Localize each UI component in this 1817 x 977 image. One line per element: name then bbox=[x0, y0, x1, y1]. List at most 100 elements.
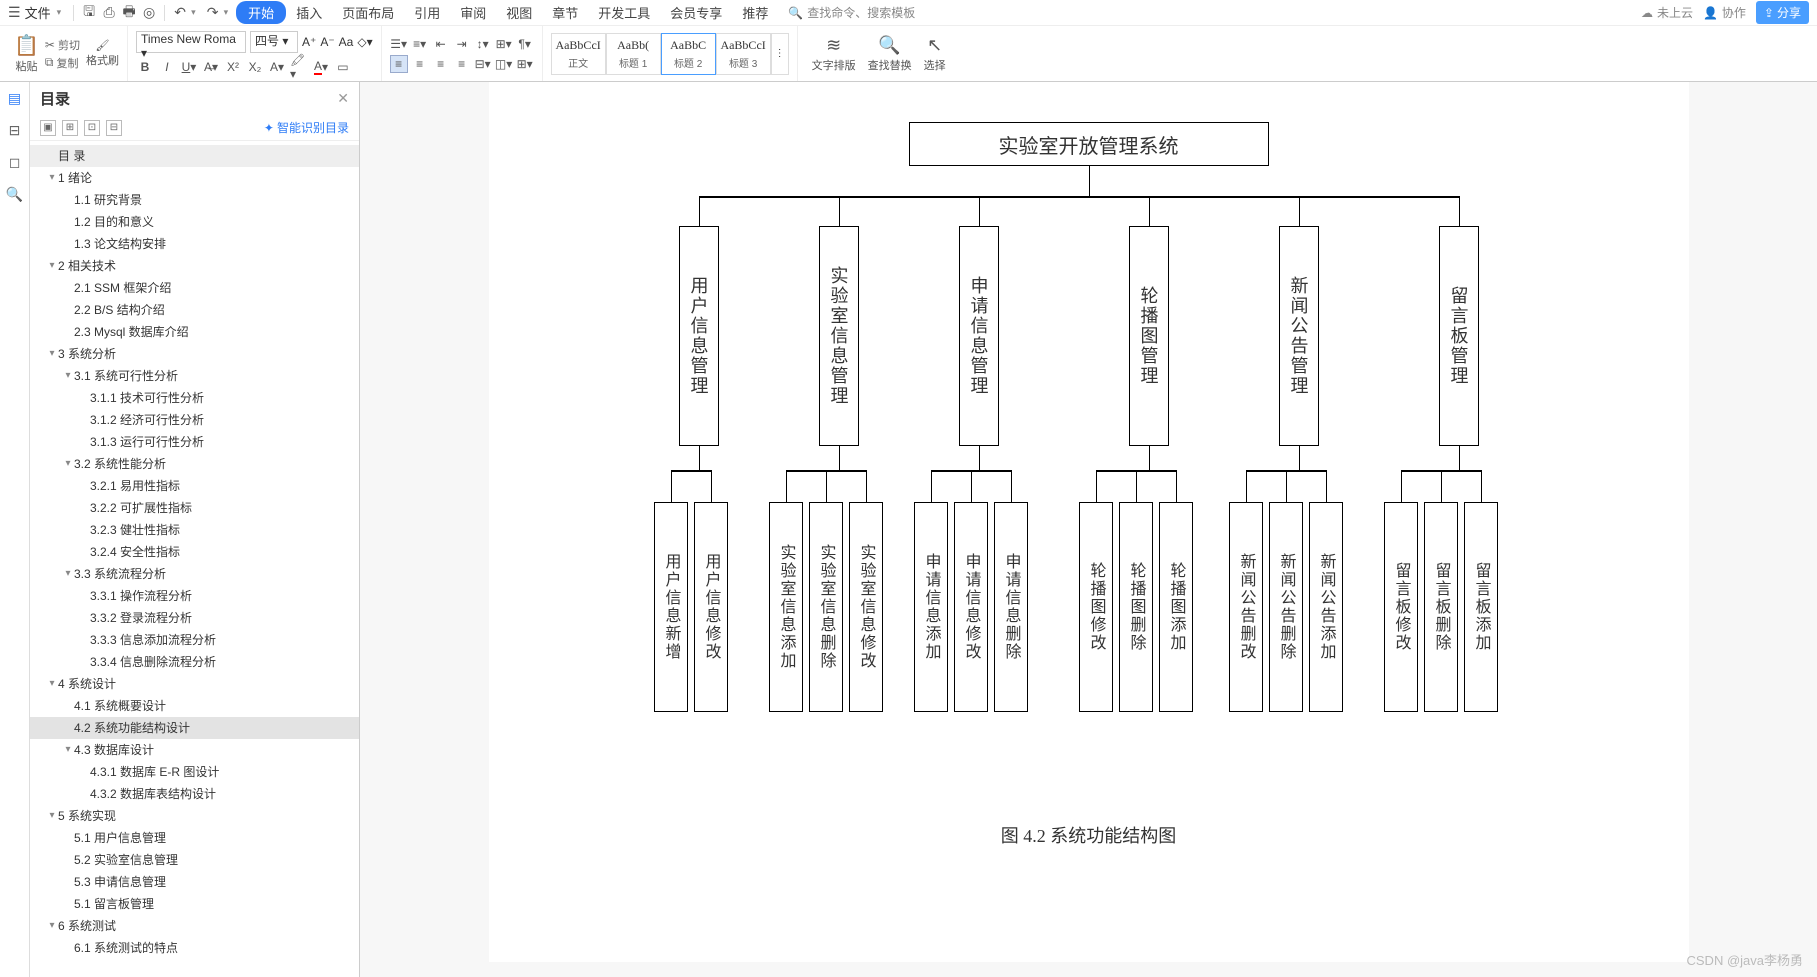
tree-item[interactable]: ▾4.3 数据库设计 bbox=[30, 739, 359, 761]
tree-item[interactable]: 5.2 实验室信息管理 bbox=[30, 849, 359, 871]
font-name-select[interactable]: Times New Roma ▾ bbox=[136, 31, 246, 53]
tree-item[interactable]: 3.3.3 信息添加流程分析 bbox=[30, 629, 359, 651]
nav-rail-icon[interactable]: ◻ bbox=[5, 152, 25, 172]
character-border-button[interactable]: ▭ bbox=[334, 58, 352, 76]
tree-item[interactable]: 3.3.2 登录流程分析 bbox=[30, 607, 359, 629]
styles-more-button[interactable]: ⋮ bbox=[771, 33, 789, 75]
tree-item[interactable]: 5.1 留言板管理 bbox=[30, 893, 359, 915]
style-标题 3[interactable]: AaBbCcI标题 3 bbox=[716, 33, 771, 75]
cloud-status[interactable]: ☁ 未上云 bbox=[1641, 4, 1693, 21]
tab-7[interactable]: 开发工具 bbox=[588, 1, 660, 24]
search-rail-icon[interactable]: 🔍 bbox=[5, 184, 25, 204]
subscript-button[interactable]: X₂ bbox=[246, 58, 264, 76]
tab-6[interactable]: 章节 bbox=[542, 1, 588, 24]
tree-item[interactable]: 4.2 系统功能结构设计 bbox=[30, 717, 359, 739]
close-icon[interactable]: ✕ bbox=[337, 90, 349, 107]
paste-button[interactable]: 📋 粘贴 bbox=[14, 33, 39, 74]
file-menu[interactable]: 文件 bbox=[25, 3, 51, 22]
align-center-button[interactable]: ≡ bbox=[411, 55, 429, 73]
tree-item[interactable]: ▾1 绪论 bbox=[30, 167, 359, 189]
tree-item[interactable]: 3.2.1 易用性指标 bbox=[30, 475, 359, 497]
tree-item[interactable]: 1.2 目的和意义 bbox=[30, 211, 359, 233]
print-preview-icon[interactable]: ⎙ bbox=[100, 4, 118, 22]
increase-font-icon[interactable]: A⁺ bbox=[302, 35, 316, 49]
tree-item[interactable]: 目 录 bbox=[30, 145, 359, 167]
text-effects-button[interactable]: A▾ bbox=[268, 58, 286, 76]
text-layout-button[interactable]: ≋ 文字排版 bbox=[806, 35, 862, 73]
distributed-button[interactable]: ⊟▾ bbox=[474, 55, 492, 73]
tree-item[interactable]: ▾3.3 系统流程分析 bbox=[30, 563, 359, 585]
tree-item[interactable]: 1.3 论文结构安排 bbox=[30, 233, 359, 255]
demote-icon[interactable]: ⊟ bbox=[106, 120, 122, 136]
tree-item[interactable]: 4.3.1 数据库 E-R 图设计 bbox=[30, 761, 359, 783]
tab-5[interactable]: 视图 bbox=[496, 1, 542, 24]
promote-icon[interactable]: ⊡ bbox=[84, 120, 100, 136]
tree-item[interactable]: 2.3 Mysql 数据库介绍 bbox=[30, 321, 359, 343]
show-marks-button[interactable]: ¶▾ bbox=[516, 35, 534, 53]
numbering-button[interactable]: ≡▾ bbox=[411, 35, 429, 53]
shading-button[interactable]: ◫▾ bbox=[495, 55, 513, 73]
tab-8[interactable]: 会员专享 bbox=[660, 1, 732, 24]
smart-toc-button[interactable]: ✦ 智能识别目录 bbox=[264, 119, 349, 136]
highlight-button[interactable]: 🖍▾ bbox=[290, 58, 308, 76]
style-正文[interactable]: AaBbCcI正文 bbox=[551, 33, 606, 75]
undo-icon[interactable]: ↶ bbox=[171, 4, 189, 22]
decrease-indent-button[interactable]: ⇤ bbox=[432, 35, 450, 53]
search-box[interactable]: 🔍 查找命令、搜索模板 bbox=[788, 4, 915, 21]
tree-item[interactable]: 4.1 系统概要设计 bbox=[30, 695, 359, 717]
outline-rail-icon[interactable]: ▤ bbox=[5, 88, 25, 108]
collab-button[interactable]: 👤 协作 bbox=[1703, 4, 1746, 21]
tab-9[interactable]: 推荐 bbox=[732, 1, 778, 24]
print-icon[interactable]: 🖶 bbox=[120, 4, 138, 22]
hamburger-icon[interactable]: ☰ bbox=[8, 4, 21, 21]
tab-0[interactable]: 开始 bbox=[236, 1, 286, 24]
chevron-down-icon[interactable]: ▾ bbox=[191, 7, 196, 18]
format-brush-button[interactable]: 🖌 格式刷 bbox=[86, 39, 119, 68]
align-right-button[interactable]: ≡ bbox=[432, 55, 450, 73]
copy-button[interactable]: ⧉复制 bbox=[45, 55, 80, 71]
tree-item[interactable]: 5.1 用户信息管理 bbox=[30, 827, 359, 849]
increase-indent-button[interactable]: ⇥ bbox=[453, 35, 471, 53]
tree-item[interactable]: 3.2.3 健壮性指标 bbox=[30, 519, 359, 541]
tab-4[interactable]: 审阅 bbox=[450, 1, 496, 24]
select-button[interactable]: ↖ 选择 bbox=[918, 35, 952, 73]
decrease-font-icon[interactable]: A⁻ bbox=[320, 35, 334, 49]
borders-button[interactable]: ⊞▾ bbox=[516, 55, 534, 73]
tree-item[interactable]: 4.3.2 数据库表结构设计 bbox=[30, 783, 359, 805]
bullets-button[interactable]: ☰▾ bbox=[390, 35, 408, 53]
chevron-down-icon[interactable]: ▾ bbox=[224, 7, 229, 18]
tree-item[interactable]: ▾2 相关技术 bbox=[30, 255, 359, 277]
tree-item[interactable]: 3.2.2 可扩展性指标 bbox=[30, 497, 359, 519]
bold-button[interactable]: B bbox=[136, 58, 154, 76]
tree-item[interactable]: 1.1 研究背景 bbox=[30, 189, 359, 211]
tree-item[interactable]: ▾3.2 系统性能分析 bbox=[30, 453, 359, 475]
underline-button[interactable]: U▾ bbox=[180, 58, 198, 76]
tree-item[interactable]: ▾5 系统实现 bbox=[30, 805, 359, 827]
cut-button[interactable]: ✂剪切 bbox=[45, 37, 80, 53]
expand-icon[interactable]: ⊞ bbox=[62, 120, 78, 136]
font-color-button[interactable]: A▾ bbox=[312, 58, 330, 76]
tab-2[interactable]: 页面布局 bbox=[332, 1, 404, 24]
tree-item[interactable]: 3.1.2 经济可行性分析 bbox=[30, 409, 359, 431]
align-left-button[interactable]: ≡ bbox=[390, 55, 408, 73]
preview-icon[interactable]: ◎ bbox=[140, 4, 158, 22]
save-icon[interactable]: 🖫 bbox=[80, 4, 98, 22]
sort-button[interactable]: ⊞▾ bbox=[495, 35, 513, 53]
redo-icon[interactable]: ↷ bbox=[204, 4, 222, 22]
find-replace-button[interactable]: 🔍 查找替换 bbox=[862, 35, 918, 73]
line-spacing-button[interactable]: ↕▾ bbox=[474, 35, 492, 53]
style-标题 2[interactable]: AaBbC标题 2 bbox=[661, 33, 716, 75]
change-case-icon[interactable]: Aa bbox=[339, 35, 354, 49]
align-justify-button[interactable]: ≡ bbox=[453, 55, 471, 73]
tab-3[interactable]: 引用 bbox=[404, 1, 450, 24]
tree-item[interactable]: 5.3 申请信息管理 bbox=[30, 871, 359, 893]
tree-item[interactable]: ▾6 系统测试 bbox=[30, 915, 359, 937]
collapse-all-icon[interactable]: ▣ bbox=[40, 120, 56, 136]
strikethrough-button[interactable]: A̶▾ bbox=[202, 58, 220, 76]
tree-item[interactable]: 3.3.4 信息删除流程分析 bbox=[30, 651, 359, 673]
share-button[interactable]: ⇪ 分享 bbox=[1756, 1, 1809, 24]
italic-button[interactable]: I bbox=[158, 58, 176, 76]
tree-item[interactable]: 3.1.1 技术可行性分析 bbox=[30, 387, 359, 409]
clear-format-icon[interactable]: ◇▾ bbox=[357, 35, 372, 49]
tree-item[interactable]: 2.2 B/S 结构介绍 bbox=[30, 299, 359, 321]
